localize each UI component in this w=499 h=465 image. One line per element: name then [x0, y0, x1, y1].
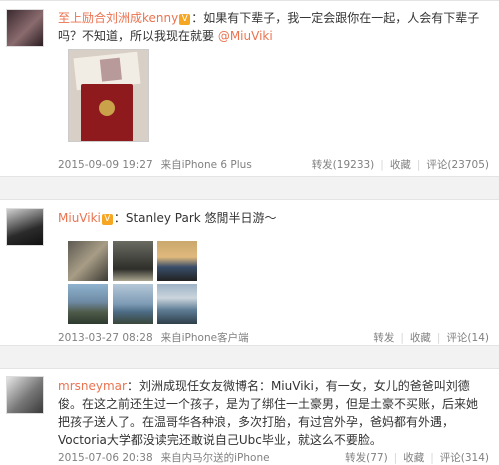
passport-book [81, 84, 133, 141]
post-actions: 转发(77) | 收藏 | 评论(314) [345, 452, 489, 464]
post-image[interactable] [113, 241, 153, 281]
post-actions: 转发 | 收藏 | 评论(14) [373, 332, 489, 344]
timestamp[interactable]: 2013-03-27 08:28 [58, 332, 153, 344]
post-image[interactable] [157, 284, 197, 324]
post-text: MiuViki V ：Stanley Park 悠閒半日游～ [58, 209, 489, 227]
post-image[interactable] [68, 284, 108, 324]
timestamp[interactable]: 2015-09-09 19:27 [58, 159, 153, 171]
avatar[interactable] [6, 9, 44, 47]
comment-button[interactable]: 评论(23705) [426, 159, 489, 171]
post-meta: 2013-03-27 08:28 来自iPhone客户端 转发 | 收藏 | 评论(14) [58, 330, 489, 344]
avatar[interactable] [6, 376, 44, 414]
post-image[interactable] [68, 49, 149, 142]
source-label: 来自iPhone 6 Plus [160, 159, 252, 171]
username-link[interactable]: mrsneymar [58, 379, 127, 393]
verified-badge-icon: V [179, 14, 191, 25]
post-image[interactable] [157, 241, 197, 281]
username-link[interactable]: 至上励合刘洲成kenny [58, 11, 178, 25]
post-actions: 转发(19233) | 收藏 | 评论(23705) [311, 159, 489, 171]
comment-button[interactable]: 评论(314) [440, 452, 489, 464]
source-label: 来自内马尔送的iPhone [160, 452, 270, 464]
repost-button[interactable]: 转发(77) [345, 452, 388, 464]
username-link[interactable]: MiuViki [58, 211, 101, 225]
post-text: mrsneymar：刘洲成现任女友微博名：MiuViki，有一女，女儿的爸爸叫刘… [58, 377, 489, 449]
post-card: 至上励合刘洲成kenny V ：如果有下辈子，我一定会跟你在一起，人会有下辈子吗？不… [0, 0, 499, 177]
post-text: 至上励合刘洲成kenny V ：如果有下辈子，我一定会跟你在一起，人会有下辈子吗？不… [58, 9, 489, 45]
post-content: ：Stanley Park 悠閒半日游～ [113, 211, 277, 225]
repost-button[interactable]: 转发(19233) [312, 159, 375, 171]
post-image[interactable] [113, 284, 153, 324]
timestamp[interactable]: 2015-07-06 20:38 [58, 452, 153, 464]
favorite-button[interactable]: 收藏 [403, 452, 424, 464]
post-meta: 2015-09-09 19:27 来自iPhone 6 Plus 转发(19233… [58, 157, 489, 171]
verified-badge-icon: V [101, 214, 113, 225]
source-label: 来自iPhone客户端 [160, 332, 249, 344]
comment-button[interactable]: 评论(14) [446, 332, 489, 344]
post-card: mrsneymar：刘洲成现任女友微博名：MiuViki，有一女，女儿的爸爸叫刘… [0, 368, 499, 465]
favorite-button[interactable]: 收藏 [390, 159, 411, 171]
post-meta: 2015-07-06 20:38 来自内马尔送的iPhone 转发(77) | 收藏 |… [58, 450, 489, 464]
post-image[interactable] [68, 241, 108, 281]
favorite-button[interactable]: 收藏 [410, 332, 431, 344]
post-card: MiuViki V ：Stanley Park 悠閒半日游～ 2013-03-27 … [0, 199, 499, 346]
mention-link[interactable]: @MiuViki [218, 29, 273, 43]
avatar[interactable] [6, 208, 44, 246]
repost-button[interactable]: 转发 [373, 332, 394, 344]
